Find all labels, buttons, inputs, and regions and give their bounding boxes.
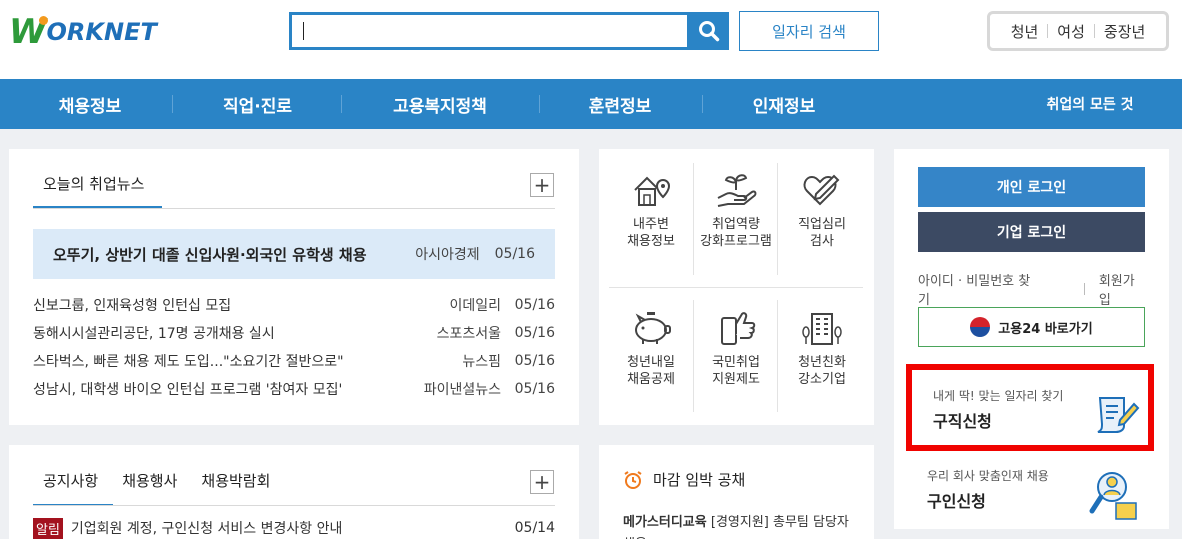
- news-title: 성남시, 대학생 바이오 인턴십 프로그램 '참여자 모집': [33, 382, 343, 398]
- job-search-button[interactable]: 일자리 검색: [739, 11, 879, 51]
- deadline-title: 마감 임박 공채: [653, 471, 746, 489]
- news-item[interactable]: 성남시, 대학생 바이오 인턴십 프로그램 '참여자 모집' 파이낸셜뉴스 05…: [33, 379, 555, 399]
- nav-item-career[interactable]: 직업·진로: [195, 79, 320, 129]
- thumbs-up-phone-icon: [721, 312, 756, 345]
- news-headline[interactable]: 오뚜기, 상반기 대졸 신입사원·외국인 유학생 채용 아시아경제 05/16: [33, 229, 555, 279]
- news-source: 파이낸셜뉴스: [423, 382, 501, 398]
- news-source: 스포츠서울: [436, 326, 501, 342]
- goyong24-button[interactable]: 고용24 바로가기: [918, 307, 1145, 347]
- search-box: [289, 12, 690, 50]
- notice-date: 05/14: [514, 520, 555, 536]
- nav-item-welfare-policy[interactable]: 고용복지정책: [370, 79, 510, 129]
- news-item[interactable]: 스타벅스, 빠른 채용 제도 도입..."소요기간 절반으로" 뉴스핌 05/1…: [33, 351, 555, 371]
- divider: [609, 287, 863, 288]
- service-national-employment[interactable]: 국민취업 지원제도: [694, 308, 778, 388]
- piggy-bank-icon: [635, 312, 671, 344]
- news-item[interactable]: 신보그룹, 인재육성형 인턴십 모집 이데일리 05/16: [33, 295, 555, 315]
- news-date: 05/16: [514, 325, 555, 341]
- headline-title: 오뚜기, 상반기 대졸 신입사원·외국인 유학생 채용: [53, 245, 367, 264]
- service-youth-savings[interactable]: 청년내일 채움공제: [609, 308, 693, 388]
- main-nav: 채용정보 직업·진로 고용복지정책 훈련정보 인재정보 취업의 모든 것: [0, 79, 1182, 129]
- goyong24-label: 고용24 바로가기: [998, 321, 1093, 337]
- recruit-subtitle: 우리 회사 맞춤인재 채용: [927, 469, 1049, 483]
- notice-tabs: 공지사항 채용행사 채용박람회: [43, 470, 294, 491]
- divider: [702, 95, 703, 113]
- news-date: 05/16: [514, 353, 555, 369]
- notice-badge: 알림: [33, 517, 63, 539]
- text-caret: [303, 22, 304, 40]
- service-label: 청년친화 강소기업: [798, 355, 846, 387]
- notice-more-button[interactable]: +: [530, 470, 554, 494]
- job-seek-application-card[interactable]: 내게 딱! 맞는 일자리 찾기 구직신청: [906, 364, 1154, 451]
- recruit-application-card[interactable]: 우리 회사 맞춤인재 채용 구인신청: [918, 462, 1145, 522]
- alarm-clock-icon: [624, 470, 642, 489]
- service-youth-friendly-company[interactable]: 청년친화 강소기업: [780, 308, 864, 388]
- audience-selector: 청년 여성 중장년: [987, 11, 1169, 51]
- tab-job-fair[interactable]: 채용박람회: [201, 470, 270, 491]
- headline-source: 아시아경제: [415, 247, 480, 263]
- nav-item-talent[interactable]: 인재정보: [724, 79, 844, 129]
- notice-title: 기업회원 계정, 구인신청 서비스 변경사항 안내: [70, 521, 343, 537]
- nav-item-jobs[interactable]: 채용정보: [30, 79, 150, 129]
- service-label: 취업역량 강화프로그램: [700, 217, 772, 249]
- service-label: 국민취업 지원제도: [712, 355, 760, 387]
- audience-women[interactable]: 여성: [1048, 21, 1094, 42]
- headline-date: 05/16: [494, 246, 535, 262]
- nav-all-employment[interactable]: 취업의 모든 것: [1030, 79, 1150, 129]
- job-seek-title: 구직신청: [933, 412, 992, 431]
- magnifier-person-icon: [1089, 472, 1137, 520]
- header: W ORKNET 일자리 검색 청년 여성 중장년: [0, 0, 1182, 79]
- divider: [172, 95, 173, 113]
- news-title: 스타벅스, 빠른 채용 제도 도입..."소요기간 절반으로": [33, 354, 344, 370]
- news-source: 뉴스핌: [462, 354, 501, 370]
- document-pen-icon: [1097, 397, 1140, 433]
- company-login-button[interactable]: 기업 로그인: [918, 212, 1145, 252]
- deadline-heading: 마감 임박 공채: [623, 469, 745, 490]
- service-label: 직업심리 검사: [798, 217, 846, 249]
- audience-middle-aged[interactable]: 중장년: [1095, 21, 1154, 42]
- divider: [539, 95, 540, 113]
- nav-item-training[interactable]: 훈련정보: [560, 79, 680, 129]
- divider: [341, 95, 342, 113]
- service-nearby-jobs[interactable]: 내주변 채용정보: [609, 170, 693, 250]
- search-button[interactable]: [689, 12, 729, 50]
- logo-dot: [39, 16, 48, 25]
- logo-text: ORKNET: [46, 18, 157, 46]
- house-location-icon: [634, 176, 671, 206]
- news-title: 동해시시설관리공단, 17명 공개채용 실시: [33, 326, 275, 342]
- news-more-button[interactable]: +: [530, 173, 554, 197]
- hand-sprout-icon: [717, 174, 757, 207]
- taegeuk-icon: [970, 317, 991, 337]
- audience-youth[interactable]: 청년: [1002, 21, 1048, 42]
- service-label: 청년내일 채움공제: [627, 355, 675, 387]
- divider: [33, 505, 555, 506]
- divider: [1083, 283, 1085, 295]
- search-input[interactable]: [292, 15, 687, 47]
- news-source: 이데일리: [449, 298, 501, 314]
- login-links: 아이디 · 비밀번호 찾기 회원가입: [918, 270, 1145, 308]
- tab-today-news[interactable]: 오늘의 취업뉴스: [43, 173, 144, 194]
- tab-recruit-events[interactable]: 채용행사: [122, 470, 177, 491]
- find-id-password-link[interactable]: 아이디 · 비밀번호 찾기: [918, 270, 1038, 308]
- divider: [33, 208, 555, 209]
- deadline-item[interactable]: 메가스터디교육 [경영지원] 총무팀 담당자 채용: [623, 512, 863, 539]
- news-date: 05/16: [514, 297, 555, 313]
- worknet-logo[interactable]: W ORKNET: [9, 12, 157, 52]
- news-title: 신보그룹, 인재육성형 인턴십 모집: [33, 298, 232, 314]
- tab-notice[interactable]: 공지사항: [43, 470, 98, 491]
- recruit-title: 구인신청: [927, 492, 986, 511]
- news-item[interactable]: 동해시시설관리공단, 17명 공개채용 실시 스포츠서울 05/16: [33, 323, 555, 343]
- news-date: 05/16: [514, 381, 555, 397]
- notice-item[interactable]: 알림 기업회원 계정, 구인신청 서비스 변경사항 안내 05/14: [33, 517, 555, 539]
- job-seek-subtitle: 내게 딱! 맞는 일자리 찾기: [933, 389, 1064, 403]
- service-label: 내주변 채용정보: [627, 217, 675, 249]
- search-icon: [699, 21, 720, 42]
- service-employment-program[interactable]: 취업역량 강화프로그램: [694, 170, 778, 250]
- heart-pencil-icon: [803, 174, 840, 206]
- building-icon: [802, 313, 842, 345]
- personal-login-button[interactable]: 개인 로그인: [918, 167, 1145, 207]
- join-link[interactable]: 회원가입: [1099, 270, 1145, 308]
- service-psych-test[interactable]: 직업심리 검사: [780, 170, 864, 250]
- deadline-company: 메가스터디교육: [623, 515, 707, 530]
